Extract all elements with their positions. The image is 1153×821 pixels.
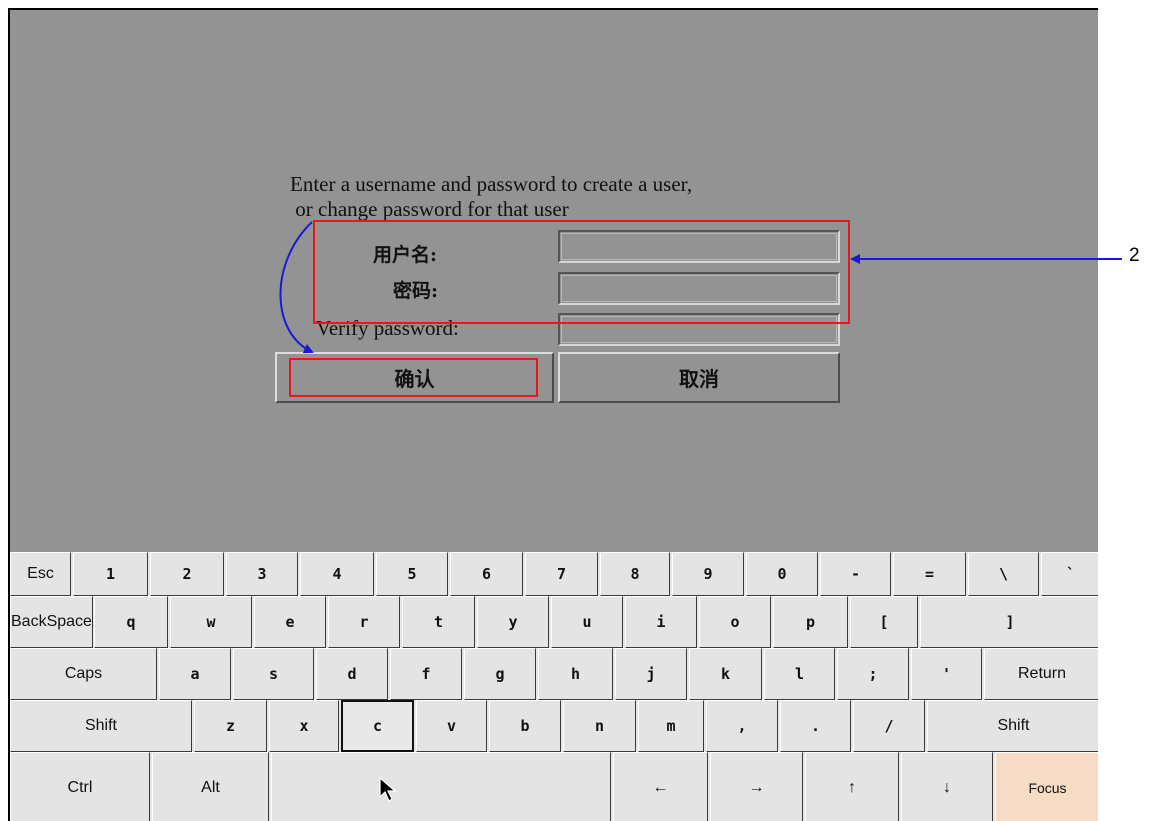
key-slash[interactable]: / bbox=[853, 700, 925, 752]
key-f[interactable]: f bbox=[390, 648, 462, 700]
key-caps[interactable]: Caps bbox=[10, 648, 157, 700]
key-7[interactable]: 7 bbox=[525, 552, 598, 596]
cancel-button-label: 取消 bbox=[679, 367, 719, 391]
dialog-prompt: Enter a username and password to create … bbox=[290, 172, 692, 222]
verify-password-label: Verify password: bbox=[316, 316, 459, 340]
key-b[interactable]: b bbox=[489, 700, 561, 752]
key-q[interactable]: q bbox=[94, 596, 168, 648]
key-left-arrow[interactable]: ← bbox=[613, 752, 708, 821]
key-quote[interactable]: ' bbox=[911, 648, 982, 700]
key-e[interactable]: e bbox=[254, 596, 326, 648]
key-6[interactable]: 6 bbox=[450, 552, 523, 596]
application-window: Enter a username and password to create … bbox=[8, 8, 1098, 821]
key-2[interactable]: 2 bbox=[150, 552, 224, 596]
key-t[interactable]: t bbox=[402, 596, 475, 648]
key-backtick[interactable]: ` bbox=[1041, 552, 1098, 596]
key-backslash[interactable]: \ bbox=[968, 552, 1039, 596]
key-minus[interactable]: - bbox=[820, 552, 891, 596]
key-1[interactable]: 1 bbox=[73, 552, 148, 596]
key-c[interactable]: c bbox=[341, 700, 414, 752]
key-alt[interactable]: Alt bbox=[152, 752, 269, 821]
mouse-pointer-icon bbox=[379, 777, 397, 802]
key-a[interactable]: a bbox=[159, 648, 231, 700]
key-4[interactable]: 4 bbox=[300, 552, 374, 596]
key-return[interactable]: Return bbox=[984, 648, 1098, 700]
verify-password-field[interactable] bbox=[558, 313, 840, 346]
key-rbracket[interactable]: ] bbox=[920, 596, 1098, 648]
key-ctrl[interactable]: Ctrl bbox=[10, 752, 150, 821]
key-comma[interactable]: , bbox=[706, 700, 778, 752]
key-h[interactable]: h bbox=[538, 648, 613, 700]
key-w[interactable]: w bbox=[170, 596, 252, 648]
username-field[interactable] bbox=[558, 230, 840, 263]
key-space[interactable] bbox=[271, 752, 611, 821]
key-5[interactable]: 5 bbox=[376, 552, 448, 596]
cancel-button[interactable]: 取消 bbox=[558, 352, 840, 403]
key-n[interactable]: n bbox=[563, 700, 636, 752]
key-focus[interactable]: Focus bbox=[995, 752, 1098, 821]
key-8[interactable]: 8 bbox=[600, 552, 670, 596]
key-j[interactable]: j bbox=[615, 648, 687, 700]
key-k[interactable]: k bbox=[689, 648, 762, 700]
confirm-button[interactable]: 确认 bbox=[275, 352, 554, 403]
key-backspace[interactable]: BackSpace bbox=[10, 596, 93, 648]
key-shift-left[interactable]: Shift bbox=[10, 700, 192, 752]
key-g[interactable]: g bbox=[464, 648, 536, 700]
password-label: 密码: bbox=[393, 280, 439, 302]
key-equals[interactable]: = bbox=[893, 552, 966, 596]
key-up-arrow[interactable]: ↑ bbox=[805, 752, 899, 821]
key-d[interactable]: d bbox=[316, 648, 388, 700]
key-u[interactable]: u bbox=[551, 596, 623, 648]
key-l[interactable]: l bbox=[764, 648, 835, 700]
key-r[interactable]: r bbox=[328, 596, 400, 648]
key-3[interactable]: 3 bbox=[226, 552, 298, 596]
username-label: 用户名: bbox=[373, 244, 438, 266]
password-field[interactable] bbox=[558, 272, 840, 305]
key-9[interactable]: 9 bbox=[672, 552, 744, 596]
key-right-arrow[interactable]: → bbox=[710, 752, 803, 821]
key-m[interactable]: m bbox=[638, 700, 704, 752]
key-period[interactable]: . bbox=[780, 700, 851, 752]
key-p[interactable]: p bbox=[773, 596, 848, 648]
key-lbracket[interactable]: [ bbox=[850, 596, 918, 648]
key-shift-right[interactable]: Shift bbox=[927, 700, 1098, 752]
key-semicolon[interactable]: ; bbox=[837, 648, 909, 700]
key-esc[interactable]: Esc bbox=[10, 552, 71, 596]
key-x[interactable]: x bbox=[269, 700, 339, 752]
callout-number: 2 bbox=[1129, 245, 1140, 266]
key-y[interactable]: y bbox=[477, 596, 549, 648]
key-s[interactable]: s bbox=[233, 648, 314, 700]
key-o[interactable]: o bbox=[699, 596, 771, 648]
key-down-arrow[interactable]: ↓ bbox=[901, 752, 993, 821]
key-v[interactable]: v bbox=[416, 700, 487, 752]
confirm-button-label: 确认 bbox=[394, 367, 435, 391]
prompt-line-1: Enter a username and password to create … bbox=[290, 172, 693, 196]
key-z[interactable]: z bbox=[194, 700, 267, 752]
key-0[interactable]: 0 bbox=[746, 552, 818, 596]
prompt-line-2: or change password for that user bbox=[290, 197, 569, 221]
key-i[interactable]: i bbox=[625, 596, 697, 648]
on-screen-keyboard: Esc1234567890-=\` Tabqwertyuiop[]BackSpa… bbox=[10, 552, 1098, 821]
